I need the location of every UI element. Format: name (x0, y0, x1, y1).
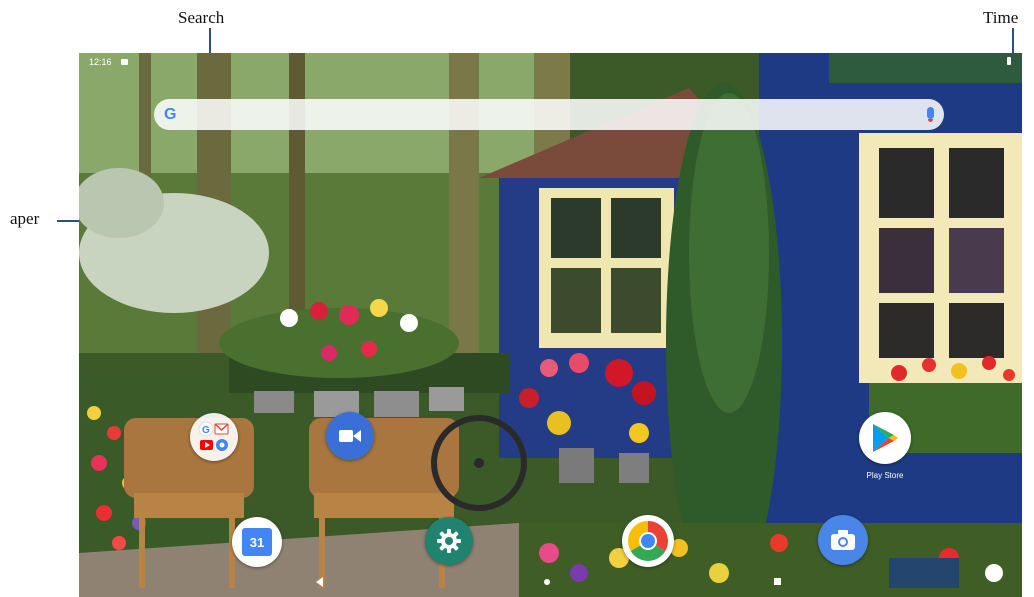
chrome-app[interactable] (622, 515, 674, 567)
calendar-date: 31 (249, 534, 265, 550)
settings-app[interactable] (425, 517, 473, 565)
gear-icon (437, 529, 461, 553)
search-callout: Search (178, 8, 225, 27)
play-store-app[interactable] (859, 412, 911, 464)
folder-icon: G (198, 421, 229, 451)
mic-icon[interactable] (927, 107, 934, 122)
notification-icon (121, 59, 128, 65)
calendar-app[interactable]: 31 (232, 517, 282, 567)
time-callout: Time (983, 8, 1019, 27)
play-store-icon (873, 424, 898, 452)
wallpaper-callout: aper (10, 209, 40, 228)
recent-apps-button[interactable] (774, 578, 781, 585)
back-button[interactable] (316, 577, 323, 587)
google-search-bar[interactable]: G (154, 99, 944, 130)
duo-app[interactable] (326, 412, 374, 460)
calendar-icon: 31 (242, 528, 272, 556)
google-g-icon: G (164, 105, 177, 123)
camera-app[interactable] (818, 515, 868, 565)
battery-icon (1007, 57, 1011, 65)
svg-text:G: G (202, 425, 210, 436)
home-screen: 12:16 G G Play Store 31 (79, 53, 1022, 597)
status-time: 12:16 (89, 57, 112, 67)
home-button[interactable] (544, 579, 550, 585)
time-callout-line (1012, 28, 1014, 56)
google-apps-folder[interactable]: G (190, 413, 238, 461)
chrome-icon (628, 521, 668, 561)
play-store-label: Play Store (866, 471, 904, 480)
wallpaper (79, 53, 1022, 597)
camera-icon (831, 530, 855, 550)
video-camera-icon (339, 430, 361, 442)
